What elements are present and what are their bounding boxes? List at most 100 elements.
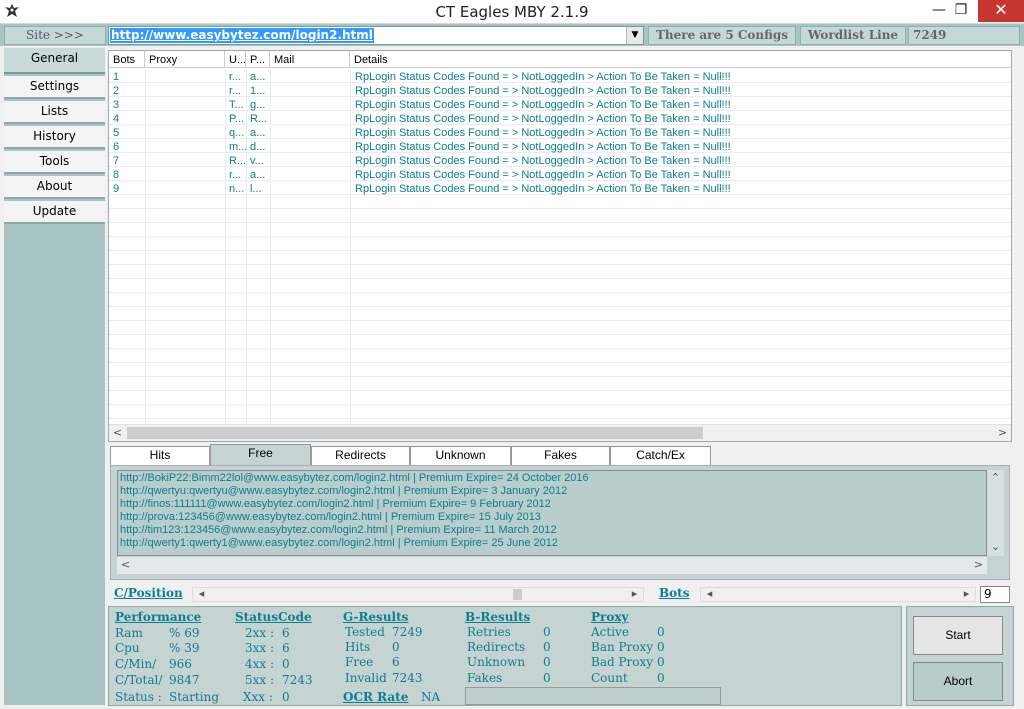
abort-button[interactable]: Abort (913, 662, 1003, 701)
progress-bar (465, 687, 721, 705)
grid-header: Bots Proxy U... P... Mail Details (109, 51, 1011, 68)
tab-free[interactable]: Free (210, 444, 311, 465)
close-button[interactable]: ✕ (978, 0, 1024, 22)
site-url-combobox[interactable]: http://www.easybytez.com/login2.html ▼ (108, 26, 644, 45)
tab-unknown[interactable]: Unknown (410, 446, 511, 465)
sidebar-item-settings[interactable]: Settings (4, 76, 105, 99)
app-window: CT Eagles MBY 2.1.9 — ❐ ✕ Site >>> http:… (0, 0, 1024, 709)
wordlist-line-value: 7249 (908, 26, 1020, 45)
table-row[interactable]: 6 m... d... RpLogin Status Codes Found =… (109, 141, 1011, 155)
grid-horizontal-scrollbar[interactable]: < > (109, 424, 1011, 441)
table-row[interactable]: 8 r... a... RpLogin Status Codes Found =… (109, 169, 1011, 183)
cell-details: RpLogin Status Codes Found = > NotLogged… (355, 169, 731, 181)
chevron-right-icon[interactable]: > (970, 557, 987, 574)
status-label: Status : (115, 690, 162, 704)
sidebar-item-history[interactable]: History (4, 126, 105, 149)
retries-label: Retries (467, 625, 511, 639)
cell-bot: 4 (113, 113, 120, 125)
bots-slider[interactable]: ◂ ▸ (700, 587, 976, 602)
active-proxy-value: 0 (657, 625, 665, 639)
site-toolbar: Site >>> http://www.easybytez.com/login2… (0, 24, 1024, 46)
cell-pass: v... (250, 155, 264, 167)
tested-label: Tested (345, 625, 385, 639)
chevron-left-icon[interactable]: < (109, 425, 126, 442)
chevron-down-icon[interactable]: ▼ (626, 27, 643, 44)
cell-details: RpLogin Status Codes Found = > NotLogged… (355, 99, 731, 111)
tested-value: 7249 (392, 625, 423, 639)
column-header-mail[interactable]: Mail (270, 51, 350, 68)
cell-user: R... (229, 155, 247, 167)
sidebar-item-update[interactable]: Update (4, 201, 105, 224)
proxy-count-value: 0 (657, 671, 665, 685)
scrollbar-thumb[interactable] (127, 427, 703, 439)
column-header-pass[interactable]: P... (246, 51, 270, 68)
cell-user: r... (229, 71, 242, 83)
bots-grid[interactable]: Bots Proxy U... P... Mail Details 1 r...… (108, 50, 1012, 442)
status-5xx-value: 7243 (282, 673, 313, 687)
slider-thumb[interactable] (513, 589, 522, 600)
cell-pass: a... (250, 169, 266, 181)
table-row[interactable]: 9 n... l... RpLogin Status Codes Found =… (109, 183, 1011, 197)
column-header-proxy[interactable]: Proxy (145, 51, 225, 68)
chevron-left-icon[interactable]: ◂ (193, 586, 210, 601)
cell-pass: 1... (250, 85, 266, 97)
proxy-count-label: Count (591, 671, 628, 685)
sidebar-item-general[interactable]: General (4, 48, 105, 74)
result-line: http://finos:111111@www.easybytez.com/lo… (120, 498, 551, 510)
hits-label: Hits (345, 640, 371, 654)
cell-user: T... (229, 99, 244, 111)
table-row[interactable]: 2 r... 1... RpLogin Status Codes Found =… (109, 85, 1011, 99)
cell-user: m... (229, 141, 248, 153)
results-textbox[interactable]: http://BokiP22:Bimm22lol@www.easybytez.c… (117, 470, 987, 556)
wordlist-line-label: Wordlist Line (800, 26, 906, 45)
tab-redirects[interactable]: Redirects (311, 446, 410, 465)
cmin-label: C/Min/ (115, 657, 157, 671)
chevron-right-icon[interactable]: ▸ (626, 586, 643, 601)
cell-user: n... (229, 183, 245, 195)
status-xxx-value: 0 (282, 690, 290, 704)
column-header-details[interactable]: Details (350, 51, 1011, 68)
table-row[interactable]: 1 r... a... RpLogin Status Codes Found =… (109, 71, 1011, 85)
table-row[interactable]: 7 R... v... RpLogin Status Codes Found =… (109, 155, 1011, 169)
table-row[interactable]: 3 T... g... RpLogin Status Codes Found =… (109, 99, 1011, 113)
cell-details: RpLogin Status Codes Found = > NotLogged… (355, 127, 731, 139)
table-row[interactable]: 4 P... R... RpLogin Status Codes Found =… (109, 113, 1011, 127)
site-url-value[interactable]: http://www.easybytez.com/login2.html (110, 28, 374, 43)
column-header-user[interactable]: U... (225, 51, 246, 68)
ban-proxy-value: 0 (657, 640, 665, 654)
chevron-up-icon[interactable]: ⌃ (987, 470, 1004, 487)
status-5xx-label: 5xx : (245, 673, 275, 687)
cposition-slider[interactable]: ◂ ▸ (192, 587, 644, 602)
table-row[interactable]: 5 q... a... RpLogin Status Codes Found =… (109, 127, 1011, 141)
site-button[interactable]: Site >>> (4, 26, 106, 45)
cposition-label: C/Position (114, 586, 183, 600)
maximize-button[interactable]: ❐ (946, 0, 976, 22)
sidebar-item-tools[interactable]: Tools (4, 151, 105, 174)
ctotal-label: C/Total/ (115, 673, 163, 687)
results-vertical-scrollbar[interactable]: ⌃ ⌄ (987, 470, 1004, 556)
column-header-bots[interactable]: Bots (109, 51, 145, 68)
cell-pass: d... (250, 141, 266, 153)
tab-fakes[interactable]: Fakes (511, 446, 610, 465)
result-line: http://tim123:123456@www.easybytez.com/l… (120, 524, 557, 536)
chevron-down-icon[interactable]: ⌄ (987, 539, 1004, 556)
g-results-heading: G-Results (343, 610, 409, 624)
chevron-right-icon[interactable]: ▸ (958, 586, 975, 601)
redirects-value: 0 (543, 640, 551, 654)
sidebar-item-about[interactable]: About (4, 176, 105, 199)
title-bar: CT Eagles MBY 2.1.9 — ❐ ✕ (0, 0, 1024, 24)
cell-pass: l... (250, 183, 262, 195)
status-4xx-value: 0 (282, 657, 290, 671)
tab-catch-ex[interactable]: Catch/Ex (610, 446, 711, 465)
invalid-label: Invalid (345, 671, 387, 685)
chevron-right-icon[interactable]: > (994, 425, 1011, 442)
start-button[interactable]: Start (913, 616, 1003, 655)
invalid-value: 7243 (392, 671, 423, 685)
sidebar-item-lists[interactable]: Lists (4, 101, 105, 124)
tab-hits[interactable]: Hits (110, 446, 210, 465)
bots-count-field[interactable]: 9 (980, 586, 1010, 603)
active-proxy-label: Active (591, 625, 629, 639)
results-horizontal-scrollbar[interactable]: < > (117, 557, 987, 574)
chevron-left-icon[interactable]: ◂ (701, 586, 718, 601)
chevron-left-icon[interactable]: < (117, 557, 134, 574)
